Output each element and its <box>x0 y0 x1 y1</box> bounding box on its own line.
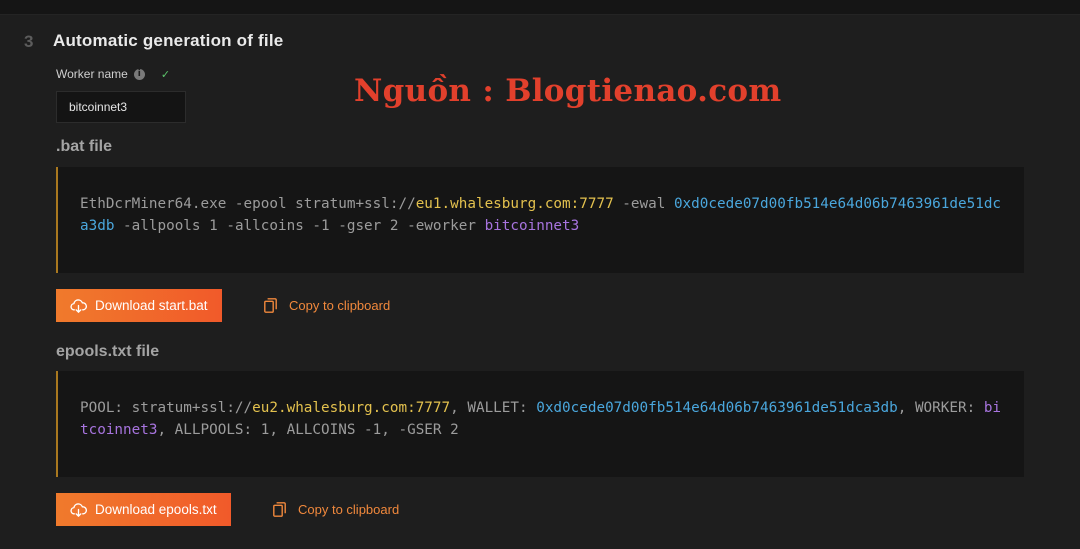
download-button-label: Download start.bat <box>95 298 208 313</box>
cloud-download-icon <box>70 298 87 313</box>
check-icon: ✓ <box>160 67 171 81</box>
code-wallet-address: 0xd0cede07d00fb514e64d06b7463961de51dca3… <box>536 400 898 416</box>
download-start-bat-button[interactable]: Download start.bat <box>56 289 222 322</box>
epools-code-block[interactable]: POOL: stratum+ssl://eu2.whalesburg.com:7… <box>56 371 1024 477</box>
code-text: -allpools 1 -allcoins -1 -gser 2 -eworke… <box>114 218 485 234</box>
step-number: 3 <box>24 32 34 51</box>
code-pool-host: eu1.whalesburg.com:7777 <box>415 196 614 212</box>
copy-epools-to-clipboard[interactable]: Copy to clipboard <box>273 493 399 526</box>
info-icon[interactable]: i <box>133 68 145 80</box>
cloud-download-icon <box>70 502 87 517</box>
code-text: EthDcrMiner64.exe -epool stratum+ssl:// <box>80 196 416 212</box>
code-text: POOL: stratum+ssl:// <box>80 400 253 416</box>
copy-bat-to-clipboard[interactable]: Copy to clipboard <box>264 289 390 322</box>
copy-label: Copy to clipboard <box>298 502 400 517</box>
worker-name-label: Worker name <box>56 67 128 81</box>
code-text: , WALLET: <box>450 400 537 416</box>
section-title: Automatic generation of file <box>53 31 284 50</box>
watermark-text: Nguồn : Blogtienao.com <box>354 73 782 109</box>
download-button-label: Download epools.txt <box>95 502 217 517</box>
bat-code-block[interactable]: EthDcrMiner64.exe -epool stratum+ssl://e… <box>56 167 1024 273</box>
worker-name-label-row: Worker name i ✓ <box>56 67 170 81</box>
bat-file-title: .bat file <box>56 138 113 155</box>
copy-icon <box>273 502 286 517</box>
copy-label: Copy to clipboard <box>289 298 391 313</box>
generation-panel: 3 Automatic generation of file Worker na… <box>0 14 1080 549</box>
copy-icon <box>264 298 277 313</box>
code-pool-host: eu2.whalesburg.com:7777 <box>252 400 451 416</box>
code-text: , ALLPOOLS: 1, ALLCOINS -1, -GSER 2 <box>157 422 459 438</box>
code-text: -ewal <box>613 196 674 212</box>
code-text: , WORKER: <box>897 400 984 416</box>
worker-name-input[interactable] <box>56 91 186 123</box>
code-worker-name: bitcoinnet3 <box>484 218 580 234</box>
epools-file-title: epools.txt file <box>56 343 160 360</box>
download-epools-txt-button[interactable]: Download epools.txt <box>56 493 231 526</box>
top-bar <box>0 0 1080 14</box>
